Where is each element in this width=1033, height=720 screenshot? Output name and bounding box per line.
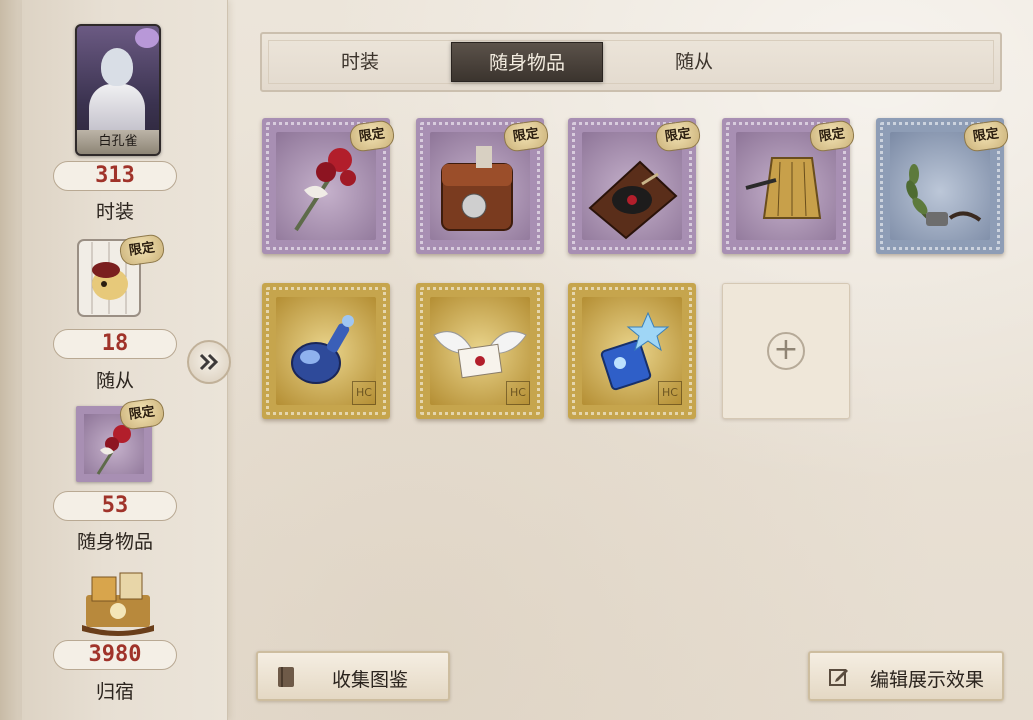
item-slot-golden-lantern[interactable]: 限定	[722, 118, 856, 254]
costume-count: 313	[53, 161, 177, 191]
residence-label: 归宿	[95, 681, 134, 703]
residence-thumbnail[interactable]	[78, 565, 158, 637]
hc-mark-icon: HC	[658, 381, 682, 405]
item-slot-gramophone-book[interactable]: 限定	[568, 118, 702, 254]
item-slot-blue-potion-bottle[interactable]: HC	[262, 283, 390, 419]
companion-thumbnail[interactable]: 限定	[70, 233, 166, 320]
character-name: 白孔雀	[77, 130, 159, 154]
limited-tag: 限定	[118, 397, 166, 431]
residence-count: 3980	[53, 640, 177, 670]
hc-mark-icon: HC	[352, 381, 376, 405]
item-slot-leather-satchel[interactable]: 限定	[416, 118, 550, 254]
item-slot-star-crystal-bottle[interactable]: HC	[568, 283, 696, 419]
tab-accessories[interactable]: 随身物品	[451, 42, 603, 82]
edit-display-label: 编辑展示效果	[870, 669, 985, 691]
category-tabs: 时装 随身物品 随从	[260, 32, 1002, 92]
costume-label: 时装	[95, 201, 134, 223]
edit-icon	[829, 669, 848, 686]
collection-guide-button[interactable]: 收集图鉴	[256, 651, 450, 701]
accessory-label: 随身物品	[76, 531, 153, 553]
flower-ornament-icon	[135, 28, 159, 48]
residence-icon	[82, 572, 154, 636]
item-slot-winged-letter[interactable]: HC	[416, 283, 544, 419]
item-slot-laurel-branch[interactable]: 限定	[876, 118, 1010, 254]
empty-slot[interactable]: +	[722, 283, 850, 419]
expand-sidebar-button[interactable]	[187, 340, 231, 384]
companion-label: 随从	[95, 370, 134, 392]
tab-companions[interactable]: 随从	[618, 42, 770, 82]
accessory-thumbnail[interactable]: 限定	[76, 397, 166, 484]
item-slot-rose-bouquet[interactable]: 限定	[262, 118, 396, 254]
character-portrait[interactable]: 白孔雀	[75, 24, 161, 156]
double-chevron-right-icon	[199, 353, 219, 371]
character-face	[101, 48, 133, 86]
plus-icon: +	[767, 332, 805, 370]
sidebar-edge	[0, 0, 22, 720]
tab-costume[interactable]: 时装	[284, 42, 436, 82]
edit-display-button[interactable]: 编辑展示效果	[808, 651, 1004, 701]
hc-mark-icon: HC	[506, 381, 530, 405]
collection-guide-label: 收集图鉴	[332, 669, 409, 691]
book-icon	[278, 667, 294, 687]
accessory-count: 53	[53, 491, 177, 521]
companion-count: 18	[53, 329, 177, 359]
